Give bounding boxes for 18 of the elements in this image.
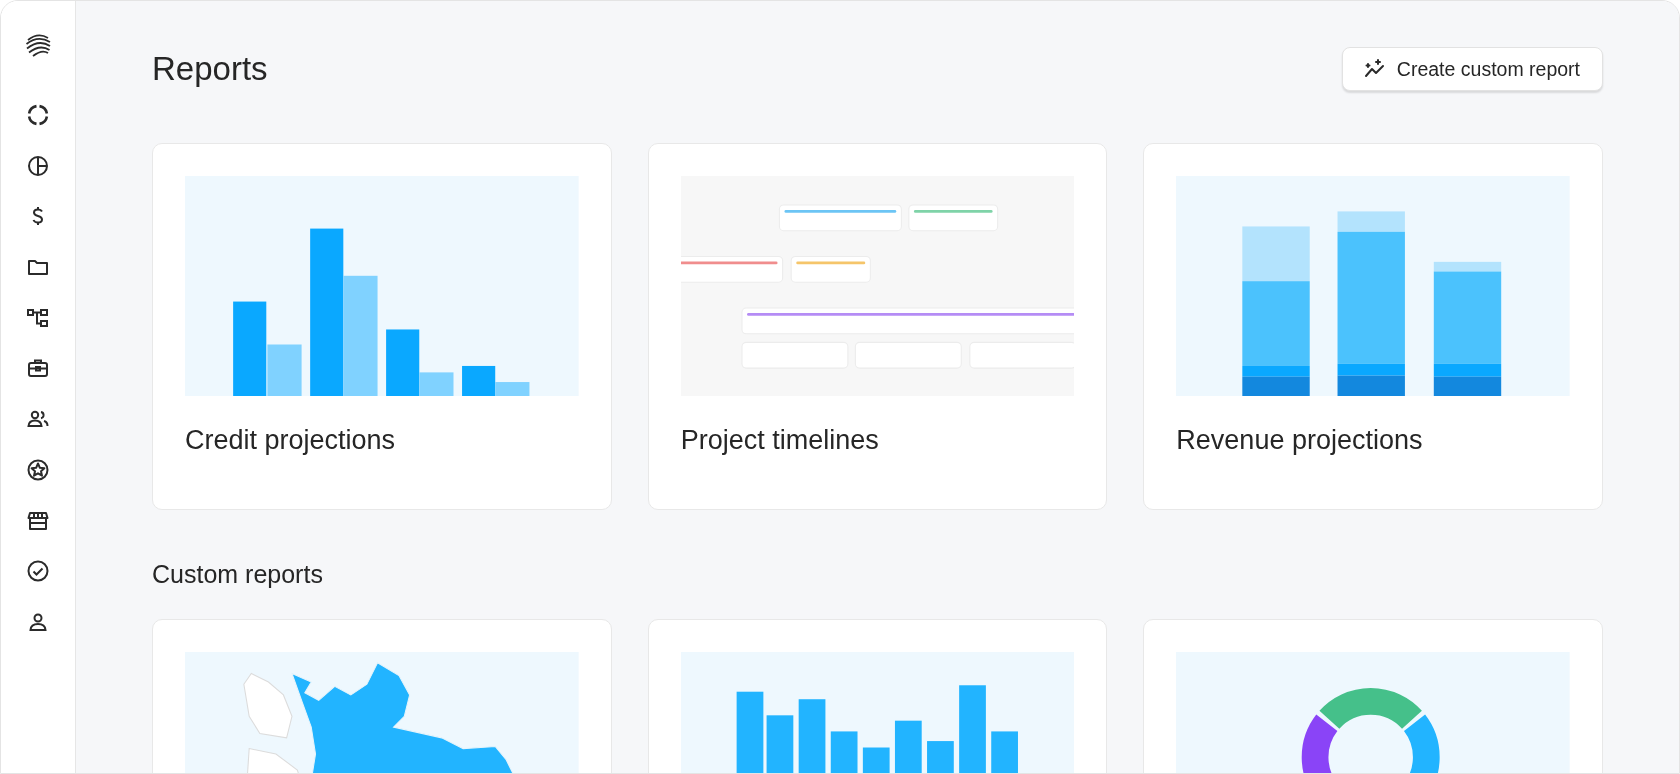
bar-segment: [1434, 376, 1502, 396]
donut-chart-icon[interactable]: [26, 103, 50, 127]
report-title: Revenue projections: [1176, 425, 1424, 456]
report-title: Project timelines: [680, 425, 880, 456]
bar: [830, 731, 858, 773]
report-card[interactable]: Revenue projections: [1143, 143, 1603, 510]
bar: [766, 715, 793, 773]
report-card[interactable]: Project timelines: [647, 143, 1108, 510]
bar: [926, 741, 954, 773]
star-badge-icon[interactable]: [26, 457, 50, 482]
bar: [990, 731, 1018, 773]
section-heading: Custom reports: [152, 560, 324, 590]
checkmark-circle-icon[interactable]: [26, 559, 50, 584]
pie-chart-icon[interactable]: [26, 153, 50, 178]
create-report-button[interactable]: Create custom report: [1341, 47, 1603, 91]
report-card[interactable]: Credit projections: [152, 143, 612, 510]
report-title: Credit projections: [185, 425, 397, 456]
page-title: Reports: [152, 50, 268, 88]
